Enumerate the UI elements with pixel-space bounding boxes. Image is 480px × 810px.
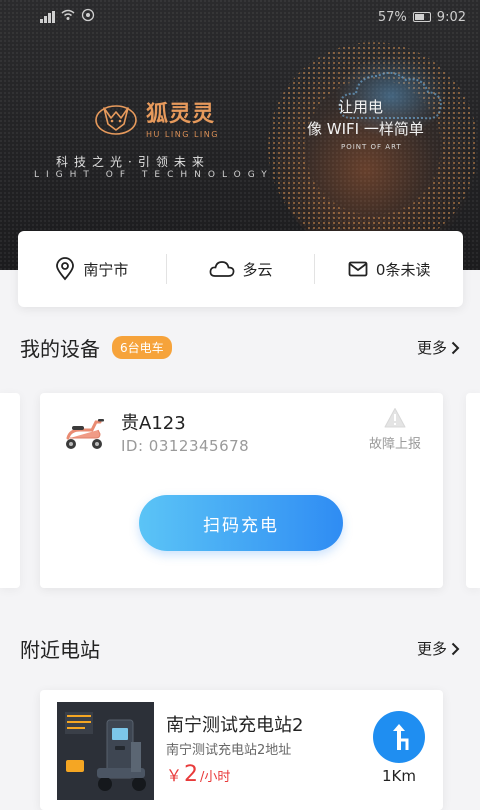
messages-item[interactable]: 0条未读: [315, 231, 463, 307]
devices-more-link[interactable]: 更多: [417, 337, 460, 358]
warning-icon: [384, 408, 406, 428]
slogan-en: LIGHT OF TECHNOLOGY: [34, 170, 274, 180]
logo-cn: 狐灵灵: [146, 102, 216, 127]
price-unit: /小时: [200, 770, 231, 785]
logo-text: 狐灵灵 HU LING LING: [146, 96, 219, 139]
wifi-icon: [61, 9, 75, 25]
status-bar: 57% 9:02: [0, 0, 480, 34]
scan-charge-button[interactable]: 扫码充电: [139, 495, 343, 551]
device-count-badge: 6台电车: [112, 336, 172, 359]
stations-title: 附近电站: [20, 638, 100, 662]
station-address: 南宁测试充电站2地址: [166, 743, 292, 758]
station-distance: 1Km: [382, 767, 416, 785]
slogan-cn: 科技之光·引领未来: [56, 155, 210, 169]
info-bar: 南宁市 多云 0条未读: [18, 231, 463, 307]
fault-report-label: 故障上报: [368, 437, 421, 452]
more-label: 更多: [416, 640, 447, 658]
station-price: ￥ 2 /小时: [166, 762, 230, 787]
chevron-right-icon: [451, 642, 460, 655]
more-label: 更多: [416, 339, 447, 357]
devices-title: 我的设备: [20, 337, 100, 361]
banner-headline-2: 像 WIFI 一样简单: [307, 120, 424, 138]
messages-label: 0条未读: [375, 260, 431, 279]
station-image: [57, 702, 154, 800]
location-pin-icon: [56, 257, 75, 281]
top-banner: 57% 9:02 狐灵灵 HU LING LING 科技之光·引领未来 LIGH…: [0, 0, 480, 270]
price-value: 2: [184, 762, 199, 787]
banner-caption: POINT OF ART: [341, 143, 402, 151]
cloud-icon: [209, 261, 234, 277]
carousel-next-card[interactable]: [466, 393, 480, 588]
device-plate: 贵A123: [121, 413, 186, 434]
notification-icon: [81, 8, 95, 26]
chevron-right-icon: [451, 341, 460, 354]
clock: 9:02: [436, 9, 466, 25]
navigation-arrow-icon: [393, 724, 409, 750]
station-card[interactable]: 南宁测试充电站2 南宁测试充电站2地址 ￥ 2 /小时 1Km: [40, 690, 443, 810]
fox-logo-icon: [95, 104, 137, 135]
city-label: 南宁市: [83, 260, 129, 279]
status-left: [40, 8, 95, 26]
price-symbol: ￥: [166, 766, 183, 785]
status-right: 57% 9:02: [378, 10, 466, 25]
navigate-button[interactable]: [373, 711, 425, 763]
devices-header: 我的设备 6台电车 更多: [20, 333, 460, 362]
stations-more-link[interactable]: 更多: [417, 638, 460, 659]
battery-percent: 57%: [377, 9, 407, 25]
device-card: 贵A123 ID: 0312345678 故障上报 扫码充电: [40, 393, 443, 588]
mail-icon: [348, 261, 368, 277]
fault-report-button[interactable]: 故障上报: [365, 407, 425, 452]
device-id: ID: 0312345678: [121, 437, 250, 455]
weather-label: 多云: [242, 260, 273, 279]
charging-station-image: [57, 702, 154, 800]
stations-header: 附近电站 更多: [20, 634, 460, 663]
scooter-image: [58, 408, 108, 458]
logo-en: HU LING LING: [146, 130, 219, 139]
carousel-prev-card[interactable]: [0, 393, 20, 588]
signal-icon: [40, 11, 55, 23]
weather-item[interactable]: 多云: [167, 231, 315, 307]
banner-headline-1: 让用电: [338, 98, 384, 116]
station-name: 南宁测试充电站2: [166, 715, 304, 736]
location-item[interactable]: 南宁市: [18, 231, 166, 307]
brand-logo: 狐灵灵 HU LING LING: [94, 96, 219, 139]
battery-icon: [412, 12, 431, 22]
